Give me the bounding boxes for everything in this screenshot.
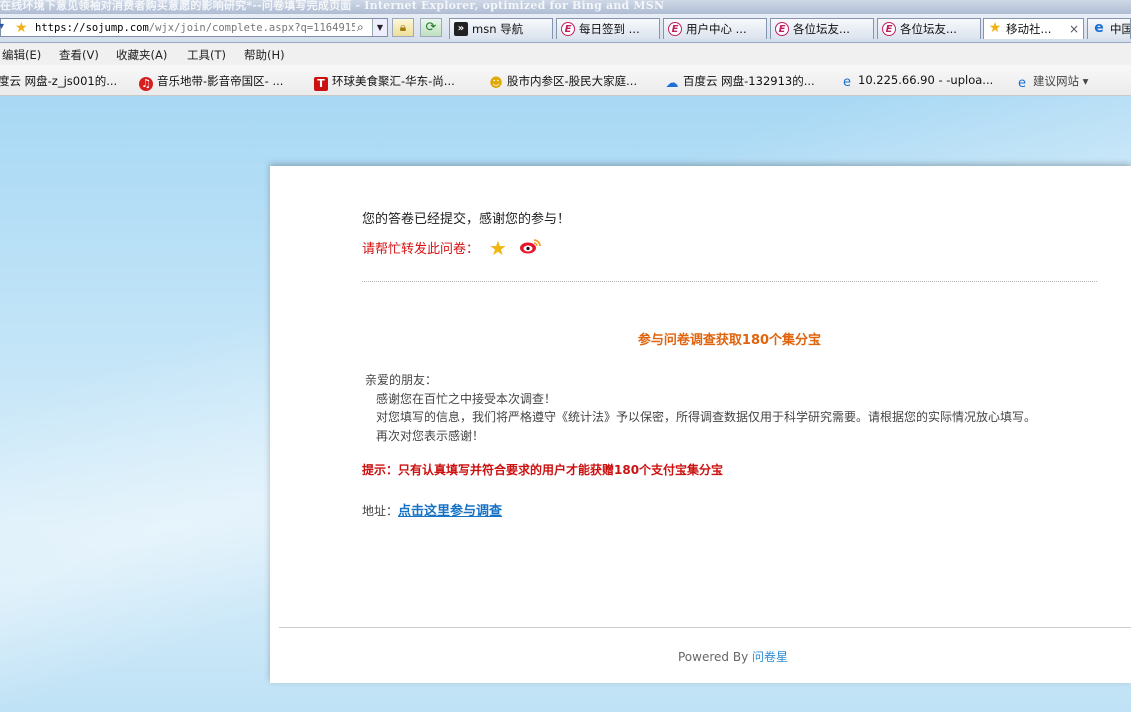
- menu-tools[interactable]: 工具(T): [187, 47, 226, 63]
- msn-icon: »: [454, 22, 468, 36]
- menu-help[interactable]: 帮助(H): [244, 47, 285, 63]
- footer-divider: [279, 627, 1131, 628]
- favorite-link[interactable]: ♫ 音乐地带-影音帝国区- ...: [139, 73, 283, 91]
- e-icon: E: [775, 22, 789, 36]
- address-bar[interactable]: ▾ ★ https://sojump.com/wjx/join/complete…: [0, 18, 388, 37]
- favorite-link[interactable]: T 环球美食聚汇-华东-尚...: [314, 73, 455, 91]
- navigation-row: ▾ ★ https://sojump.com/wjx/join/complete…: [0, 14, 1131, 43]
- back-arrow-icon[interactable]: ▾: [0, 21, 4, 32]
- powered-by: Powered By 问卷星: [678, 648, 788, 665]
- tab-label: 每日签到 ...: [579, 22, 640, 36]
- letter-line: 感谢您在百忙之中接受本次调查！: [376, 391, 557, 406]
- favorite-label: 建议网站 ▾: [1033, 74, 1089, 88]
- menu-edit[interactable]: 编辑(E): [2, 47, 41, 63]
- tab-label: 各位坛友...: [793, 22, 850, 36]
- brand-link[interactable]: 问卷星: [752, 650, 788, 664]
- stock-icon: ☻: [489, 76, 503, 91]
- menu-view[interactable]: 查看(V): [59, 47, 99, 63]
- tab-forum-2[interactable]: E 各位坛友...: [877, 18, 981, 39]
- e-icon: E: [561, 22, 575, 36]
- thanks-message: 您的答卷已经提交，感谢您的参与！: [362, 212, 571, 227]
- window-title-bar: 在线环境下意见领袖对消费者购买意愿的影响研究*--问卷填写完成页面 - Inte…: [0, 0, 1131, 14]
- join-survey-link[interactable]: 点击这里参与调查: [398, 504, 502, 519]
- window-title: 在线环境下意见领袖对消费者购买意愿的影响研究*--问卷填写完成页面 - Inte…: [0, 0, 665, 12]
- letter-greeting: 亲爱的朋友：: [365, 373, 438, 387]
- favorite-label: 度云 网盘-z_js001的...: [0, 74, 118, 88]
- ie-icon: e: [1094, 20, 1104, 36]
- share-label: 请帮忙转发此问卷：: [362, 242, 480, 257]
- url-path: /wjx/join/complete.aspx?q=11649154&: [148, 22, 355, 34]
- e-icon: E: [668, 22, 682, 36]
- ie-page-icon: e: [1018, 76, 1026, 91]
- favorite-link[interactable]: ☁ 百度云 网盘-132913的...: [665, 73, 815, 91]
- qzone-star-icon[interactable]: ★: [489, 236, 507, 260]
- dotted-divider: [362, 281, 1097, 282]
- tab-china[interactable]: e 中国: [1087, 18, 1131, 39]
- survey-address: 地址：点击这里参与调查: [362, 500, 502, 519]
- tab-label: 用户中心 ...: [686, 22, 747, 36]
- magnifier-icon[interactable]: ⌕: [357, 20, 364, 35]
- favorite-label: 百度云 网盘-132913的...: [683, 74, 815, 88]
- address-label: 地址：: [362, 504, 399, 518]
- music-icon: ♫: [139, 77, 153, 91]
- cloud-icon: ☁: [665, 76, 679, 91]
- tab-forum-1[interactable]: E 各位坛友...: [770, 18, 874, 39]
- favorites-bar: 度云 网盘-z_js001的... ♫ 音乐地带-影音帝国区- ... T 环球美食…: [0, 65, 1131, 96]
- favorite-label: 音乐地带-影音帝国区- ...: [157, 74, 284, 88]
- tab-label: msn 导航: [472, 22, 524, 36]
- letter-line: 再次对您表示感谢！: [376, 428, 485, 443]
- favorite-link[interactable]: 度云 网盘-z_js001的...: [0, 73, 117, 89]
- tab-label: 移动社...: [1006, 22, 1052, 36]
- favorite-label: 股市内参区-股民大家庭...: [507, 74, 638, 88]
- favorite-label: 环球美食聚汇-华东-尚...: [332, 74, 455, 88]
- powered-prefix: Powered By: [678, 650, 752, 664]
- tab-msn[interactable]: » msn 导航: [449, 18, 553, 39]
- tab-label: 中国: [1110, 22, 1131, 36]
- invitation-letter: 亲爱的朋友： 感谢您在百忙之中接受本次调查！ 对您填写的信息，我们将严格遵守《统…: [365, 371, 1036, 445]
- reward-tip: 提示：只有认真填写并符合要求的用户才能获赠180个支付宝集分宝: [362, 463, 724, 477]
- url-text[interactable]: https://sojump.com/wjx/join/complete.asp…: [35, 20, 355, 36]
- page-viewport: 您的答卷已经提交，感谢您的参与！ 请帮忙转发此问卷： ★ 参与问卷调查获取180…: [0, 96, 1131, 712]
- tab-active-mobile-community[interactable]: ★ 移动社... ×: [983, 18, 1084, 39]
- star-icon: ★: [988, 20, 1002, 36]
- tab-label: 各位坛友...: [900, 22, 957, 36]
- favorite-label: 10.225.66.90 - -uploa...: [858, 73, 994, 87]
- t-icon: T: [314, 77, 328, 91]
- ie-page-icon: e: [843, 75, 851, 90]
- url-host: https://sojump.com: [35, 22, 149, 34]
- address-dropdown-icon[interactable]: ▼: [372, 19, 387, 36]
- promo-title: 参与问卷调查获取180个集分宝: [637, 333, 822, 348]
- menu-favorites[interactable]: 收藏夹(A): [116, 47, 167, 63]
- suggested-sites[interactable]: e 建议网站 ▾: [1015, 73, 1088, 91]
- tab-daily-checkin[interactable]: E 每日签到 ...: [556, 18, 660, 39]
- lock-icon[interactable]: 🔒︎: [392, 18, 414, 37]
- letter-line: 对您填写的信息，我们将严格遵守《统计法》予以保密，所得调查数据仅用于科学研究需要…: [376, 410, 1037, 424]
- favorite-link[interactable]: ☻ 股市内参区-股民大家庭...: [489, 73, 637, 91]
- e-icon: E: [882, 22, 896, 36]
- tab-user-center[interactable]: E 用户中心 ...: [663, 18, 767, 39]
- close-tab-icon[interactable]: ×: [1069, 19, 1079, 39]
- favorite-star-icon[interactable]: ★: [15, 19, 28, 37]
- weibo-icon[interactable]: [519, 238, 541, 254]
- favorite-link[interactable]: e 10.225.66.90 - -uploa...: [840, 73, 993, 90]
- refresh-icon[interactable]: ⟳: [420, 18, 442, 37]
- completion-card: 您的答卷已经提交，感谢您的参与！ 请帮忙转发此问卷： ★ 参与问卷调查获取180…: [270, 166, 1131, 683]
- menu-bar: 编辑(E) 查看(V) 收藏夹(A) 工具(T) 帮助(H): [0, 43, 1131, 65]
